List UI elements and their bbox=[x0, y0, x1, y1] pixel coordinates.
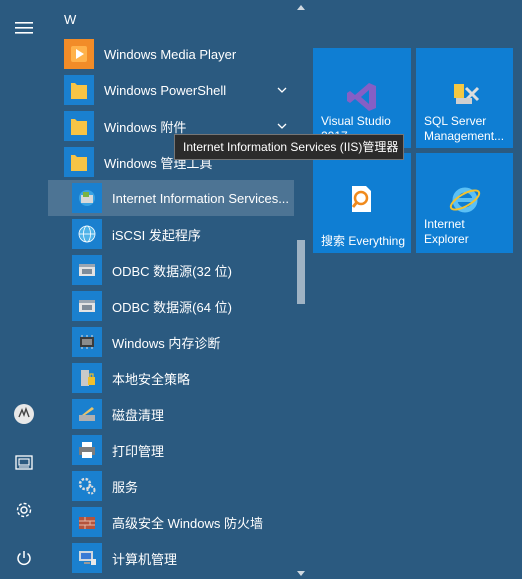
list-item-label: 高级安全 Windows 防火墙 bbox=[112, 515, 263, 531]
memory-chip-icon bbox=[72, 327, 102, 357]
tile-visual-studio[interactable]: Visual Studio 2017 bbox=[313, 48, 411, 148]
everything-search-icon bbox=[351, 186, 371, 212]
list-item-services[interactable]: 服务 bbox=[48, 468, 294, 504]
settings-gear-icon[interactable] bbox=[0, 486, 48, 534]
list-item-iscsi-initiator[interactable]: iSCSI 发起程序 bbox=[48, 216, 294, 252]
disk-cleanup-icon bbox=[72, 399, 102, 429]
services-gear-icon bbox=[72, 471, 102, 501]
list-item-local-security-policy[interactable]: 本地安全策略 bbox=[48, 360, 294, 396]
tile-label: 搜索 Everything bbox=[321, 234, 406, 248]
list-item-odbc-32[interactable]: ODBC 数据源(32 位) bbox=[48, 252, 294, 288]
folder-icon bbox=[64, 111, 94, 141]
folder-icon bbox=[64, 147, 94, 177]
list-item-label: ODBC 数据源(64 位) bbox=[112, 299, 232, 315]
list-item-odbc-64[interactable]: ODBC 数据源(64 位) bbox=[48, 288, 294, 324]
list-item-label: Internet Information Services... bbox=[112, 190, 288, 206]
sql-server-icon bbox=[454, 84, 480, 104]
firewall-icon bbox=[72, 507, 102, 537]
folder-icon bbox=[64, 75, 94, 105]
scroll-up-icon[interactable] bbox=[297, 5, 305, 10]
list-item-iis-manager[interactable]: Internet Information Services... bbox=[48, 180, 294, 216]
scroll-down-icon[interactable] bbox=[297, 571, 305, 576]
computer-management-icon bbox=[72, 543, 102, 573]
list-item-label: 打印管理 bbox=[112, 443, 165, 459]
list-item-label: Windows 内存诊断 bbox=[112, 335, 221, 351]
chevron-down-icon[interactable] bbox=[276, 120, 288, 132]
user-avatar-icon[interactable] bbox=[0, 390, 48, 438]
documents-icon[interactable] bbox=[0, 438, 48, 486]
list-item-computer-management[interactable]: 计算机管理 bbox=[48, 540, 294, 576]
app-list-scrollbar[interactable] bbox=[294, 0, 308, 579]
group-letter-header[interactable]: W bbox=[64, 12, 76, 27]
tile-internet-explorer[interactable]: Internet Explorer bbox=[416, 153, 513, 253]
list-item-windows-powershell[interactable]: Windows PowerShell bbox=[48, 72, 294, 108]
security-policy-icon bbox=[72, 363, 102, 393]
list-item-label: 计算机管理 bbox=[112, 551, 178, 567]
start-rail bbox=[0, 0, 48, 579]
tile-everything-search[interactable]: 搜索 Everything bbox=[313, 153, 411, 253]
iis-tooltip: Internet Information Services (IIS)管理器 bbox=[174, 134, 404, 160]
internet-explorer-icon bbox=[449, 187, 481, 213]
list-item-label: iSCSI 发起程序 bbox=[112, 227, 201, 243]
list-item-advanced-firewall[interactable]: 高级安全 Windows 防火墙 bbox=[48, 504, 294, 540]
media-player-icon bbox=[64, 39, 94, 69]
tile-sql-server-management[interactable]: SQL Server Management... bbox=[416, 48, 513, 148]
list-item-label: Windows PowerShell bbox=[104, 82, 227, 98]
iscsi-globe-icon bbox=[72, 219, 102, 249]
list-item-label: Windows Media Player bbox=[104, 46, 237, 62]
odbc-32-icon bbox=[72, 255, 102, 285]
hamburger-menu-icon[interactable] bbox=[0, 4, 48, 52]
power-icon[interactable] bbox=[0, 534, 48, 579]
visual-studio-icon bbox=[347, 83, 376, 111]
scroll-thumb[interactable] bbox=[297, 240, 305, 304]
list-item-memory-diagnostic[interactable]: Windows 内存诊断 bbox=[48, 324, 294, 360]
list-item-label: Windows 附件 bbox=[104, 119, 187, 135]
printer-icon bbox=[72, 435, 102, 465]
list-item-print-management[interactable]: 打印管理 bbox=[48, 432, 294, 468]
list-item-label: 服务 bbox=[112, 479, 139, 495]
chevron-down-icon[interactable] bbox=[276, 84, 288, 96]
tile-label: SQL Server Management... bbox=[424, 114, 505, 143]
list-item-label: 本地安全策略 bbox=[112, 371, 191, 387]
list-item-disk-cleanup[interactable]: 磁盘清理 bbox=[48, 396, 294, 432]
app-list: W Windows Media Player Windows PowerShel… bbox=[48, 0, 294, 579]
list-item-windows-media-player[interactable]: Windows Media Player bbox=[48, 36, 294, 72]
list-item-label: 磁盘清理 bbox=[112, 407, 165, 423]
list-item-label: ODBC 数据源(32 位) bbox=[112, 263, 232, 279]
iis-manager-icon bbox=[72, 183, 102, 213]
odbc-64-icon bbox=[72, 291, 102, 321]
tile-label: Internet Explorer bbox=[424, 217, 469, 246]
